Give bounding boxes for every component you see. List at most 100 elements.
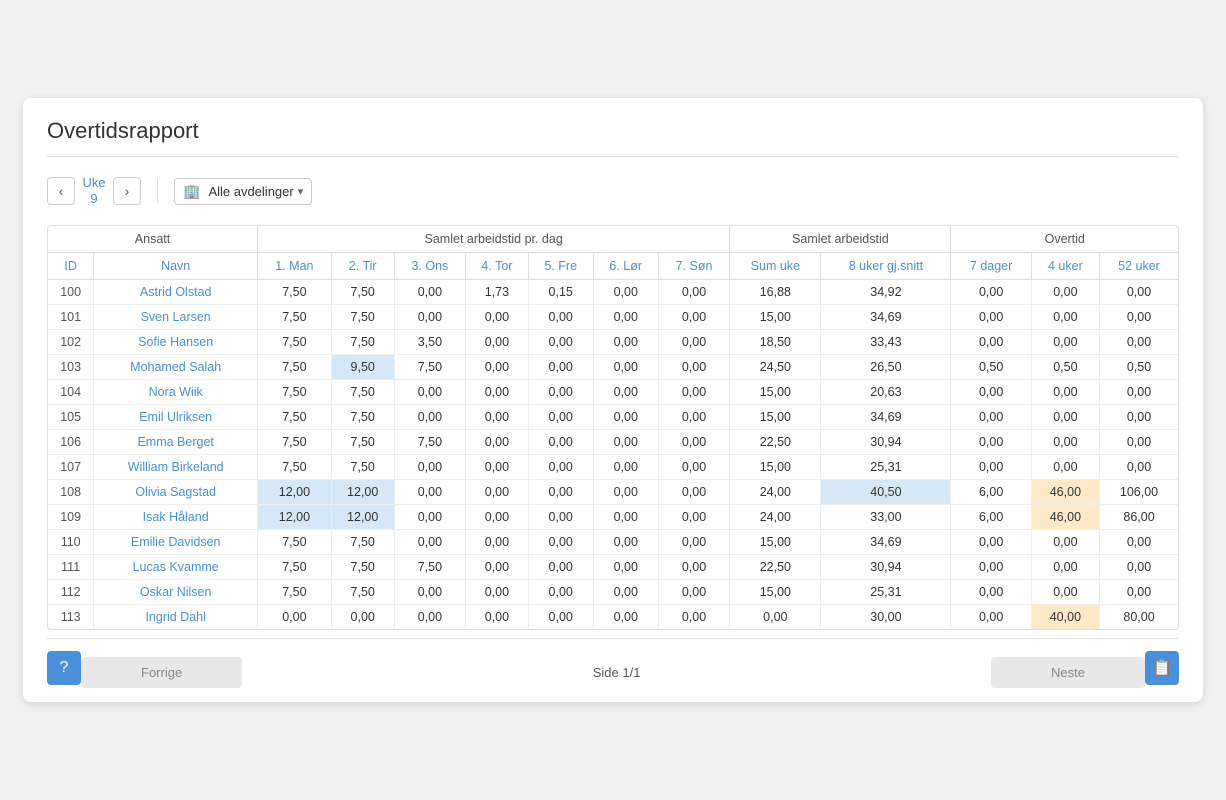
overtime-table: Ansatt Samlet arbeidstid pr. dag Samlet … — [48, 226, 1178, 629]
cell-gj: 34,92 — [821, 279, 951, 304]
cell-id: 105 — [48, 404, 94, 429]
cell-fre: 0,00 — [528, 579, 593, 604]
cell-id: 106 — [48, 429, 94, 454]
cell-ons: 0,00 — [394, 279, 466, 304]
bottom-bar: ? Forrige Side 1/1 Neste 📋 — [47, 638, 1179, 702]
cell-sum: 24,50 — [730, 354, 821, 379]
cell-tor: 1,73 — [466, 279, 529, 304]
cell-tor: 0,00 — [466, 579, 529, 604]
cell-u52: 0,00 — [1100, 554, 1178, 579]
cell-tir: 7,50 — [331, 454, 394, 479]
cell-u4: 0,00 — [1031, 454, 1099, 479]
cell-u52: 86,00 — [1100, 504, 1178, 529]
cell-id: 113 — [48, 604, 94, 629]
cell-son: 0,00 — [658, 404, 730, 429]
col-u52: 52 uker — [1100, 252, 1178, 279]
department-selector[interactable]: 🏢 Alle avdelinger ▾ — [174, 178, 312, 205]
cell-tor: 0,00 — [466, 454, 529, 479]
cell-tor: 0,00 — [466, 379, 529, 404]
cell-sum: 15,00 — [730, 579, 821, 604]
cell-son: 0,00 — [658, 329, 730, 354]
table-row: 100 Astrid Olstad 7,50 7,50 0,00 1,73 0,… — [48, 279, 1178, 304]
cell-d7: 0,00 — [951, 379, 1031, 404]
cell-lor: 0,00 — [593, 279, 658, 304]
cell-name: Ingrid Dahl — [94, 604, 258, 629]
cell-tir: 7,50 — [331, 404, 394, 429]
cell-sum: 15,00 — [730, 529, 821, 554]
cell-tor: 0,00 — [466, 304, 529, 329]
cell-fre: 0,00 — [528, 379, 593, 404]
cell-sum: 15,00 — [730, 404, 821, 429]
table-row: 108 Olivia Sagstad 12,00 12,00 0,00 0,00… — [48, 479, 1178, 504]
week-label: Uke 9 — [79, 175, 109, 206]
cell-man: 7,50 — [258, 354, 332, 379]
prev-page-button[interactable]: Forrige — [81, 657, 242, 688]
chevron-down-icon: ▾ — [298, 185, 304, 198]
table-row: 103 Mohamed Salah 7,50 9,50 7,50 0,00 0,… — [48, 354, 1178, 379]
cell-tir: 7,50 — [331, 304, 394, 329]
cell-man: 12,00 — [258, 479, 332, 504]
cell-u52: 0,00 — [1100, 379, 1178, 404]
cell-fre: 0,00 — [528, 604, 593, 629]
cell-sum: 24,00 — [730, 504, 821, 529]
cell-fre: 0,00 — [528, 429, 593, 454]
cell-ons: 0,00 — [394, 604, 466, 629]
group-header-row: Ansatt Samlet arbeidstid pr. dag Samlet … — [48, 226, 1178, 253]
cell-fre: 0,00 — [528, 304, 593, 329]
cell-gj: 30,00 — [821, 604, 951, 629]
cell-id: 102 — [48, 329, 94, 354]
cell-tir: 7,50 — [331, 554, 394, 579]
cell-ons: 7,50 — [394, 429, 466, 454]
help-button[interactable]: ? — [47, 651, 81, 685]
cell-tor: 0,00 — [466, 529, 529, 554]
cell-d7: 0,00 — [951, 604, 1031, 629]
cell-u4: 0,50 — [1031, 354, 1099, 379]
cell-fre: 0,00 — [528, 529, 593, 554]
cell-son: 0,00 — [658, 454, 730, 479]
col-sum: Sum uke — [730, 252, 821, 279]
cell-u52: 0,00 — [1100, 304, 1178, 329]
cell-gj: 34,69 — [821, 304, 951, 329]
page-info: Side 1/1 — [593, 665, 641, 680]
cell-son: 0,00 — [658, 504, 730, 529]
cell-lor: 0,00 — [593, 404, 658, 429]
cell-son: 0,00 — [658, 379, 730, 404]
cell-lor: 0,00 — [593, 454, 658, 479]
cell-u52: 0,00 — [1100, 279, 1178, 304]
pagination-bar: Forrige Side 1/1 Neste — [81, 657, 1145, 688]
cell-gj: 30,94 — [821, 554, 951, 579]
col-u4: 4 uker — [1031, 252, 1099, 279]
next-page-button[interactable]: Neste — [991, 657, 1145, 688]
cell-sum: 18,50 — [730, 329, 821, 354]
cell-sum: 16,88 — [730, 279, 821, 304]
cell-u52: 0,00 — [1100, 429, 1178, 454]
cell-u52: 0,00 — [1100, 579, 1178, 604]
cell-u4: 0,00 — [1031, 329, 1099, 354]
cell-tir: 12,00 — [331, 504, 394, 529]
cell-id: 103 — [48, 354, 94, 379]
cell-sum: 24,00 — [730, 479, 821, 504]
cell-id: 108 — [48, 479, 94, 504]
cell-sum: 0,00 — [730, 604, 821, 629]
table-row: 110 Emilie Davidsen 7,50 7,50 0,00 0,00 … — [48, 529, 1178, 554]
prev-week-button[interactable]: ‹ — [47, 177, 75, 205]
cell-u52: 80,00 — [1100, 604, 1178, 629]
cell-gj: 33,00 — [821, 504, 951, 529]
cell-u52: 106,00 — [1100, 479, 1178, 504]
cell-d7: 0,00 — [951, 454, 1031, 479]
cell-man: 0,00 — [258, 604, 332, 629]
next-week-button[interactable]: › — [113, 177, 141, 205]
col-tor: 4. Tor — [466, 252, 529, 279]
cell-name: Emil Ulriksen — [94, 404, 258, 429]
cell-tor: 0,00 — [466, 429, 529, 454]
cell-tir: 7,50 — [331, 529, 394, 554]
cell-id: 112 — [48, 579, 94, 604]
export-button[interactable]: 📋 — [1145, 651, 1179, 685]
cell-sum: 15,00 — [730, 454, 821, 479]
cell-ons: 7,50 — [394, 554, 466, 579]
cell-name: Emilie Davidsen — [94, 529, 258, 554]
week-nav: ‹ Uke 9 › — [47, 175, 141, 206]
cell-son: 0,00 — [658, 354, 730, 379]
cell-d7: 0,00 — [951, 554, 1031, 579]
col-navn: Navn — [94, 252, 258, 279]
